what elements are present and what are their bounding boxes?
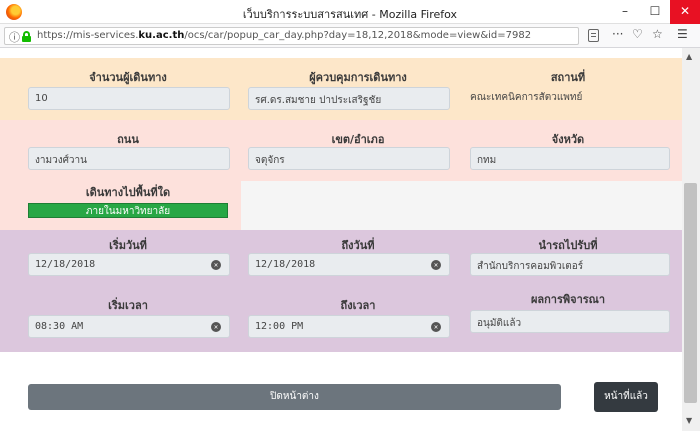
place-label: สถานที่	[550, 71, 586, 84]
end-time-field[interactable]: 12:00 PM ✕	[248, 315, 450, 338]
result-label: ผลการพิจารณา	[530, 293, 606, 306]
url-text[interactable]: https://mis-services.ku.ac.th/ocs/car/po…	[37, 30, 531, 41]
road-label: ถนน	[117, 133, 139, 146]
scroll-down-arrow-icon[interactable]: ▼	[686, 416, 692, 425]
end-time-value: 12:00 PM	[255, 321, 304, 332]
place-value: คณะเทคนิคการสัตวแพทย์	[470, 92, 583, 103]
start-time-value: 08:30 AM	[35, 321, 84, 332]
end-date-value: 12/18/2018	[255, 259, 316, 270]
start-date-label: เริ่มวันที่	[109, 239, 147, 252]
clear-icon[interactable]: ✕	[211, 260, 221, 270]
info-icon[interactable]: ⓘ	[9, 29, 20, 45]
previous-page-button[interactable]: หน้าที่แล้ว	[594, 382, 658, 412]
vertical-scrollbar[interactable]: ▲ ▼	[682, 48, 700, 431]
clear-icon[interactable]: ✕	[211, 322, 221, 332]
maximize-button[interactable]: ☐	[640, 0, 670, 24]
area-label: เดินทางไปพื้นที่ใด	[85, 186, 171, 199]
lock-icon[interactable]	[22, 31, 31, 42]
scrollbar-thumb[interactable]	[684, 183, 697, 403]
window-title: เว็บบริการระบบสารสนเทศ - Mozilla Firefox	[242, 8, 458, 21]
window-titlebar: เว็บบริการระบบสารสนเทศ - Mozilla Firefox…	[0, 0, 700, 24]
road-field[interactable]: งามวงศ์วาน	[28, 147, 230, 170]
reader-view-icon[interactable]	[588, 29, 599, 42]
page-content: จำนวนผู้เดินทาง 10 ผู้ควบคุมการเดินทาง ร…	[0, 48, 682, 431]
end-time-label: ถึงเวลา	[340, 299, 376, 312]
address-bar[interactable]: ⓘ https://mis-services.ku.ac.th/ocs/car/…	[4, 27, 579, 45]
source-label: นำรถไปรับที่	[538, 239, 598, 252]
pocket-icon[interactable]: ♡	[632, 27, 643, 41]
close-window-button[interactable]: ✕	[670, 0, 700, 24]
start-time-label: เริ่มเวลา	[108, 299, 148, 312]
scroll-up-arrow-icon[interactable]: ▲	[686, 52, 692, 61]
clear-icon[interactable]: ✕	[431, 260, 441, 270]
clear-icon[interactable]: ✕	[431, 322, 441, 332]
controller-label: ผู้ควบคุมการเดินทาง	[309, 71, 407, 84]
close-page-button[interactable]: ปิดหน้าต่าง	[28, 384, 561, 410]
passengers-label: จำนวนผู้เดินทาง	[89, 71, 167, 84]
end-date-field[interactable]: 12/18/2018 ✕	[248, 253, 450, 276]
district-label: เขต/อำเภอ	[331, 133, 385, 146]
result-field[interactable]: อนุมัติแล้ว	[470, 310, 670, 333]
start-date-field[interactable]: 12/18/2018 ✕	[28, 253, 230, 276]
province-field[interactable]: กทม	[470, 147, 670, 170]
start-date-value: 12/18/2018	[35, 259, 96, 270]
navigation-bar: ⓘ https://mis-services.ku.ac.th/ocs/car/…	[0, 24, 700, 48]
province-label: จังหวัด	[551, 133, 585, 146]
district-field[interactable]: จตุจักร	[248, 147, 450, 170]
start-time-field[interactable]: 08:30 AM ✕	[28, 315, 230, 338]
blank-area	[241, 181, 682, 230]
minimize-button[interactable]: –	[610, 0, 640, 24]
hamburger-menu-icon[interactable]: ☰	[677, 27, 688, 41]
bookmark-star-icon[interactable]: ☆	[652, 27, 663, 41]
area-badge: ภายในมหาวิทยาลัย	[28, 203, 228, 218]
more-actions-icon[interactable]: ···	[612, 27, 623, 41]
controller-field[interactable]: รศ.ดร.สมชาย ปาประเสริฐชัย	[248, 87, 450, 110]
passengers-field[interactable]: 10	[28, 87, 230, 110]
end-date-label: ถึงวันที่	[341, 239, 375, 252]
source-field[interactable]: สำนักบริการคอมพิวเตอร์	[470, 253, 670, 276]
